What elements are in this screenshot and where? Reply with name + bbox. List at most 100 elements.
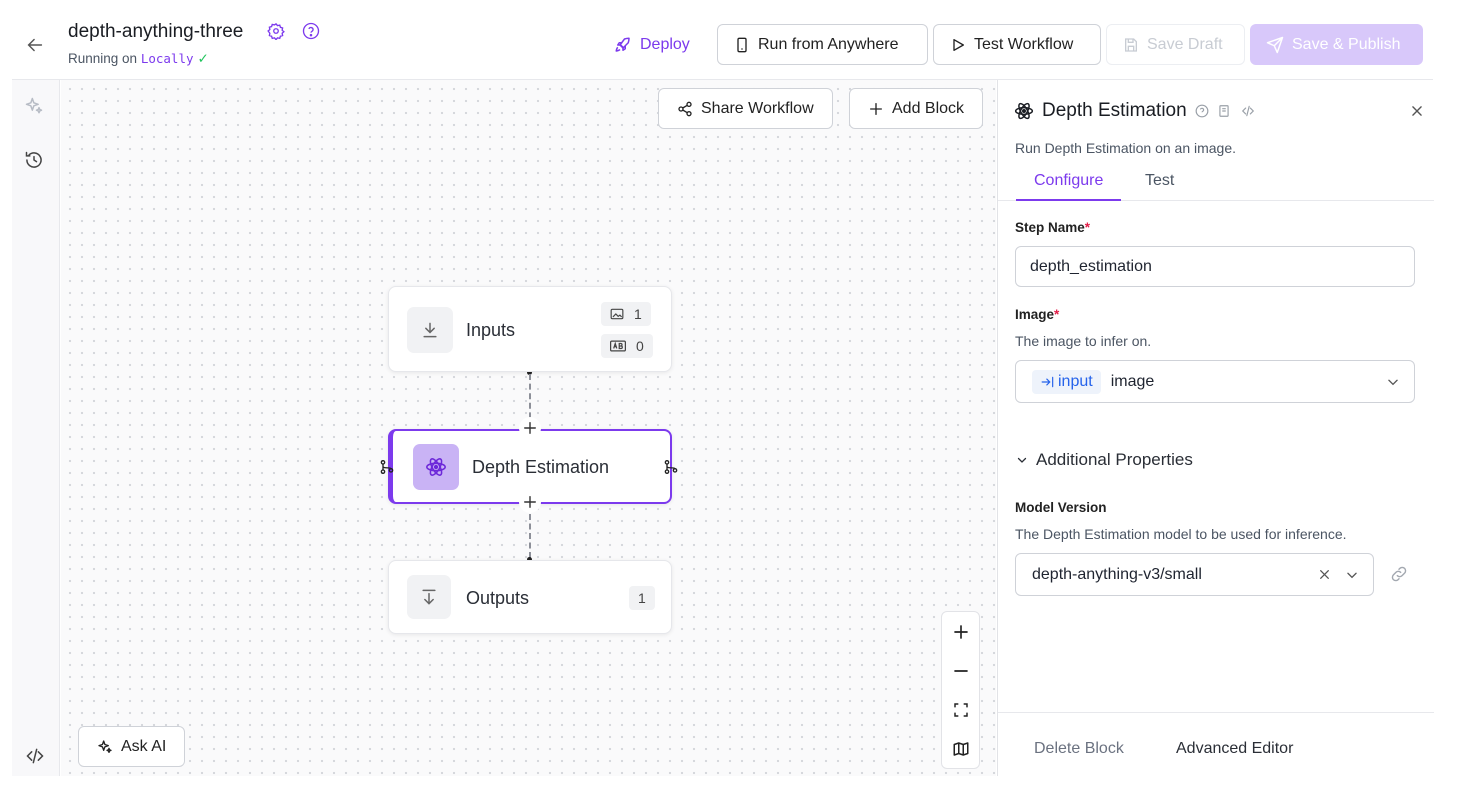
panel-footer: Delete Block Advanced Editor <box>998 712 1434 776</box>
ask-ai-button[interactable]: Ask AI <box>78 726 186 767</box>
model-version-label: Model Version <box>1015 500 1107 515</box>
atom-icon <box>1014 102 1034 120</box>
panel-tabs: Configure Test <box>998 162 1434 201</box>
block-config-panel: Depth Estimation Run Depth Estimation on… <box>997 80 1434 776</box>
minimap-icon[interactable] <box>942 729 979 768</box>
share-workflow-label: Share Workflow <box>701 99 814 117</box>
panel-title: Depth Estimation <box>1042 100 1187 121</box>
fit-view-icon[interactable] <box>942 690 979 729</box>
add-block-label: Add Block <box>892 99 965 117</box>
image-description: The image to infer on. <box>1015 333 1152 349</box>
plus-icon <box>870 102 882 115</box>
share-workflow-button[interactable]: Share Workflow <box>658 88 833 129</box>
sparkles-icon[interactable] <box>24 96 46 118</box>
save-draft-label: Save Draft <box>1147 35 1223 53</box>
image-count-value: 1 <box>634 306 642 322</box>
sparkles-icon <box>98 739 112 753</box>
running-prefix: Running on <box>68 51 138 66</box>
depth-node-label: Depth Estimation <box>472 457 610 477</box>
running-env: Locally <box>140 51 194 66</box>
branch-right-icon[interactable] <box>663 459 679 475</box>
ask-ai-label: Ask AI <box>121 737 167 755</box>
test-workflow-button[interactable]: Test Workflow <box>933 24 1101 65</box>
send-icon <box>1266 36 1284 53</box>
workflow-title[interactable]: depth-anything-three <box>68 21 243 43</box>
help-circle-icon[interactable] <box>1195 104 1209 118</box>
add-step-below-icon[interactable] <box>519 491 541 513</box>
link-icon[interactable] <box>1388 564 1410 584</box>
zoom-out-icon[interactable] <box>942 651 979 690</box>
advanced-editor-button[interactable]: Advanced Editor <box>1176 740 1293 758</box>
history-icon[interactable] <box>24 150 46 172</box>
atom-icon <box>413 444 459 490</box>
outputs-icon <box>407 575 451 619</box>
running-status: Running on Locally ✓ <box>68 51 209 67</box>
check-icon: ✓ <box>197 51 209 66</box>
panel-description: Run Depth Estimation on an image. <box>1015 140 1237 156</box>
model-version-select[interactable]: depth-anything-v3/small <box>1015 553 1374 596</box>
inputs-node-label: Inputs <box>466 320 516 340</box>
zoom-in-icon[interactable] <box>942 612 979 651</box>
image-value: image <box>1110 372 1155 390</box>
inputs-node[interactable]: Inputs 1 0 <box>388 286 672 372</box>
outputs-count-value: 1 <box>638 590 646 606</box>
input-tag: input <box>1032 369 1101 394</box>
zoom-controls <box>941 611 980 769</box>
model-version-value: depth-anything-v3/small <box>1032 565 1202 583</box>
left-rail <box>12 80 60 776</box>
text-icon <box>610 340 626 352</box>
additional-properties-toggle[interactable]: Additional Properties <box>1016 450 1193 470</box>
docs-icon[interactable] <box>1217 104 1231 118</box>
input-arrow-icon <box>1041 376 1054 387</box>
phone-icon <box>737 37 747 52</box>
save-publish-button[interactable]: Save & Publish <box>1250 24 1423 65</box>
top-bar: depth-anything-three Running on Locally ✓… <box>0 0 1478 80</box>
model-version-description: The Depth Estimation model to be used fo… <box>1015 526 1347 542</box>
input-tag-label: input <box>1058 372 1093 390</box>
chevron-down-icon <box>1017 457 1027 463</box>
code-icon[interactable] <box>24 746 46 768</box>
outputs-node[interactable]: Outputs 1 <box>388 560 672 634</box>
play-icon <box>953 38 964 51</box>
image-select[interactable]: input image <box>1015 360 1415 403</box>
tab-test[interactable]: Test <box>1127 162 1192 201</box>
text-count-value: 0 <box>636 338 644 354</box>
step-name-label: Step Name* <box>1015 220 1091 235</box>
back-arrow-icon[interactable] <box>24 34 48 56</box>
add-step-above-icon[interactable] <box>519 417 541 439</box>
outputs-count: 1 <box>629 586 655 610</box>
chevron-down-icon[interactable] <box>1386 375 1400 389</box>
connector-depth-outputs <box>529 514 531 558</box>
outputs-node-label: Outputs <box>466 588 530 608</box>
settings-gear-icon[interactable] <box>267 22 287 42</box>
delete-block-button[interactable]: Delete Block <box>1034 740 1124 758</box>
image-label: Image* <box>1015 307 1060 322</box>
image-icon <box>610 308 624 320</box>
close-icon[interactable] <box>1410 104 1428 122</box>
rocket-icon <box>615 37 630 52</box>
panel-header: Depth Estimation <box>1014 100 1257 122</box>
tab-configure[interactable]: Configure <box>1016 162 1122 201</box>
workflow-canvas[interactable]: Share Workflow Add Block Inputs 1 0 Dept… <box>61 80 996 776</box>
run-from-anywhere-button[interactable]: Run from Anywhere <box>717 24 928 65</box>
step-name-input[interactable]: depth_estimation <box>1015 246 1415 287</box>
step-name-value: depth_estimation <box>1030 257 1152 275</box>
additional-properties-label: Additional Properties <box>1036 450 1193 469</box>
test-workflow-label: Test Workflow <box>974 35 1074 53</box>
image-input-count: 1 <box>601 302 651 326</box>
help-circle-icon[interactable] <box>302 22 322 42</box>
download-icon <box>407 307 453 353</box>
save-publish-label: Save & Publish <box>1292 35 1401 53</box>
branch-left-icon[interactable] <box>379 459 395 475</box>
code-icon[interactable] <box>1239 104 1257 118</box>
add-block-button[interactable]: Add Block <box>849 88 984 129</box>
clear-icon[interactable] <box>1318 568 1331 581</box>
deploy-label: Deploy <box>640 35 690 53</box>
save-draft-button[interactable]: Save Draft <box>1106 24 1245 65</box>
run-from-anywhere-label: Run from Anywhere <box>758 35 899 53</box>
deploy-button[interactable]: Deploy <box>614 24 690 65</box>
text-input-count: 0 <box>601 334 653 358</box>
share-icon <box>678 101 692 116</box>
save-icon <box>1125 37 1137 52</box>
chevron-down-icon[interactable] <box>1345 568 1359 582</box>
